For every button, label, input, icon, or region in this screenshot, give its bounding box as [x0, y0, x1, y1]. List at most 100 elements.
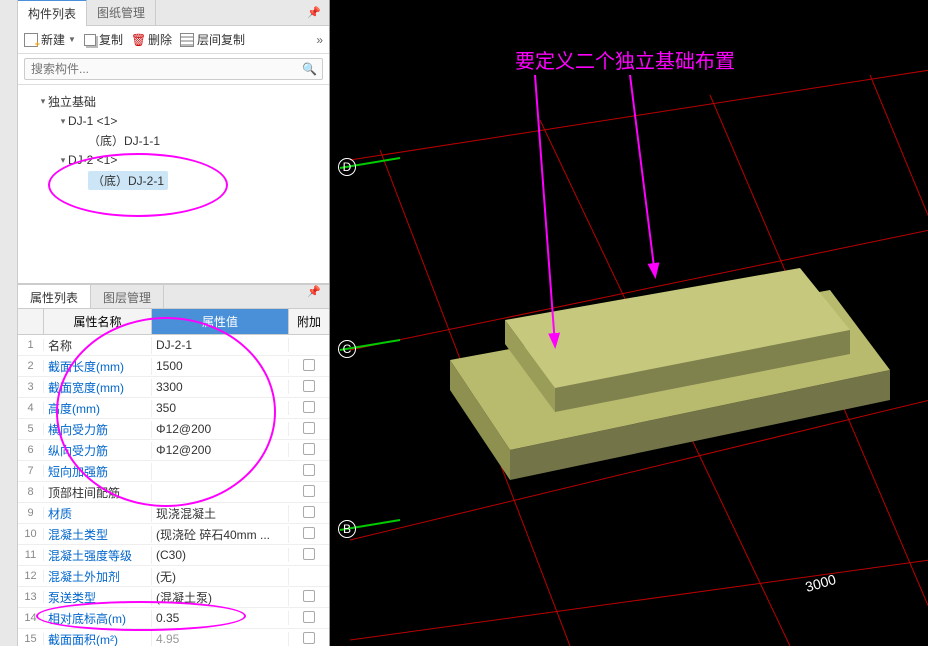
checkbox[interactable]	[303, 464, 315, 476]
new-button[interactable]: 新建 ▼	[24, 31, 76, 48]
prop-value[interactable]: (无)	[152, 568, 289, 585]
annotation-text: 要定义二个独立基础布置	[515, 45, 735, 74]
prop-value[interactable]: (混凝土泵)	[152, 589, 289, 606]
table-row[interactable]: 4高度(mm)350	[18, 398, 329, 419]
checkbox[interactable]	[303, 548, 315, 560]
tab-layers[interactable]: 图层管理	[91, 285, 164, 308]
checkbox[interactable]	[303, 401, 315, 413]
row-num: 1	[18, 339, 44, 351]
delete-button[interactable]: 🗑 删除	[131, 31, 172, 48]
toolbar-more[interactable]: »	[316, 33, 323, 47]
prop-name: 短向加强筋	[44, 463, 152, 480]
prop-extra[interactable]	[289, 527, 329, 542]
table-row[interactable]: 13泵送类型(混凝土泵)	[18, 587, 329, 608]
table-row[interactable]: 7短向加强筋	[18, 461, 329, 482]
row-num: 2	[18, 360, 44, 372]
prop-value[interactable]: Φ12@200	[152, 443, 289, 457]
prop-extra[interactable]	[289, 611, 329, 626]
prop-value[interactable]: (现浇砼 碎石40mm ...	[152, 526, 289, 543]
prop-extra[interactable]	[289, 548, 329, 563]
table-row[interactable]: 9材质现浇混凝土	[18, 503, 329, 524]
prop-name: 相对底标高(m)	[44, 610, 152, 627]
checkbox[interactable]	[303, 632, 315, 644]
pin-icon[interactable]: 📌	[299, 6, 329, 19]
new-label: 新建	[41, 31, 65, 48]
checkbox[interactable]	[303, 359, 315, 371]
prop-value[interactable]: 0.35	[152, 611, 289, 625]
checkbox[interactable]	[303, 527, 315, 539]
row-num: 6	[18, 444, 44, 456]
pin-icon[interactable]: 📌	[299, 285, 329, 308]
property-tabs: 属性列表 图层管理 📌	[18, 285, 329, 309]
checkbox[interactable]	[303, 422, 315, 434]
tree-dj2[interactable]: ▾ DJ-2 <1>	[18, 151, 329, 169]
prop-extra[interactable]	[289, 401, 329, 416]
prop-value[interactable]: Φ12@200	[152, 422, 289, 436]
toolbar: 新建 ▼ 复制 🗑 删除 层间复制 »	[18, 26, 329, 54]
tab-components[interactable]: 构件列表	[18, 0, 87, 26]
tree-root[interactable]: ▾ 独立基础	[18, 91, 329, 112]
table-row[interactable]: 11混凝土强度等级(C30)	[18, 545, 329, 566]
prop-value[interactable]: 350	[152, 401, 289, 415]
delete-label: 删除	[148, 31, 172, 48]
copy-button[interactable]: 复制	[84, 31, 123, 48]
tab-drawings[interactable]: 图纸管理	[87, 0, 156, 25]
chevron-down-icon: ▾	[58, 155, 68, 166]
prop-extra[interactable]	[289, 506, 329, 521]
prop-value[interactable]: DJ-2-1	[152, 338, 289, 352]
table-row[interactable]: 3截面宽度(mm)3300	[18, 377, 329, 398]
prop-extra[interactable]	[289, 380, 329, 395]
table-row[interactable]: 6纵向受力筋Φ12@200	[18, 440, 329, 461]
component-tree: ▾ 独立基础 ▾ DJ-1 <1> （底）DJ-1-1 ▾ DJ-2 <1> （…	[18, 85, 329, 285]
copy-icon	[84, 34, 96, 46]
tree-dj1-1-label: （底）DJ-1-1	[88, 132, 160, 149]
prop-extra[interactable]	[289, 359, 329, 374]
col-value[interactable]: 属性值	[152, 309, 289, 334]
prop-extra[interactable]	[289, 422, 329, 437]
search-input[interactable]	[24, 58, 323, 80]
prop-value[interactable]: 3300	[152, 380, 289, 394]
prop-value[interactable]: 4.95	[152, 632, 289, 646]
checkbox[interactable]	[303, 443, 315, 455]
layer-copy-label: 层间复制	[197, 31, 245, 48]
delete-icon: 🗑	[131, 33, 145, 47]
tree-dj2-1[interactable]: （底）DJ-2-1	[18, 169, 329, 192]
checkbox[interactable]	[303, 590, 315, 602]
tab-properties[interactable]: 属性列表	[18, 285, 91, 308]
prop-extra[interactable]	[289, 590, 329, 605]
prop-name: 混凝土类型	[44, 526, 152, 543]
row-num: 13	[18, 591, 44, 603]
col-num	[18, 309, 44, 334]
copy-label: 复制	[99, 31, 123, 48]
prop-name: 截面面积(m²)	[44, 631, 152, 646]
prop-extra[interactable]	[289, 443, 329, 458]
checkbox[interactable]	[303, 380, 315, 392]
row-num: 14	[18, 612, 44, 624]
table-row[interactable]: 5横向受力筋Φ12@200	[18, 419, 329, 440]
prop-name: 截面宽度(mm)	[44, 379, 152, 396]
layer-copy-button[interactable]: 层间复制	[180, 31, 245, 48]
checkbox[interactable]	[303, 485, 315, 497]
prop-value[interactable]: 现浇混凝土	[152, 505, 289, 522]
col-extra: 附加	[289, 309, 329, 334]
prop-value[interactable]: (C30)	[152, 548, 289, 562]
tree-dj1[interactable]: ▾ DJ-1 <1>	[18, 112, 329, 130]
table-row[interactable]: 15截面面积(m²)4.95	[18, 629, 329, 646]
table-row[interactable]: 2截面长度(mm)1500	[18, 356, 329, 377]
table-row[interactable]: 14相对底标高(m)0.35	[18, 608, 329, 629]
prop-extra[interactable]	[289, 464, 329, 479]
table-row[interactable]: 8顶部柱间配筋	[18, 482, 329, 503]
prop-extra[interactable]	[289, 632, 329, 646]
table-row[interactable]: 1名称DJ-2-1	[18, 335, 329, 356]
checkbox[interactable]	[303, 506, 315, 518]
tree-dj1-1[interactable]: （底）DJ-1-1	[18, 130, 329, 151]
prop-value[interactable]: 1500	[152, 359, 289, 373]
tree-root-label: 独立基础	[48, 93, 96, 110]
table-row[interactable]: 10混凝土类型(现浇砼 碎石40mm ...	[18, 524, 329, 545]
checkbox[interactable]	[303, 611, 315, 623]
table-row[interactable]: 12混凝土外加剂(无)	[18, 566, 329, 587]
prop-name: 混凝土外加剂	[44, 568, 152, 585]
prop-extra[interactable]	[289, 485, 329, 500]
foundation-model	[330, 0, 928, 646]
3d-viewport[interactable]: D C B 3000 要定义二个独立基础布置	[330, 0, 928, 646]
